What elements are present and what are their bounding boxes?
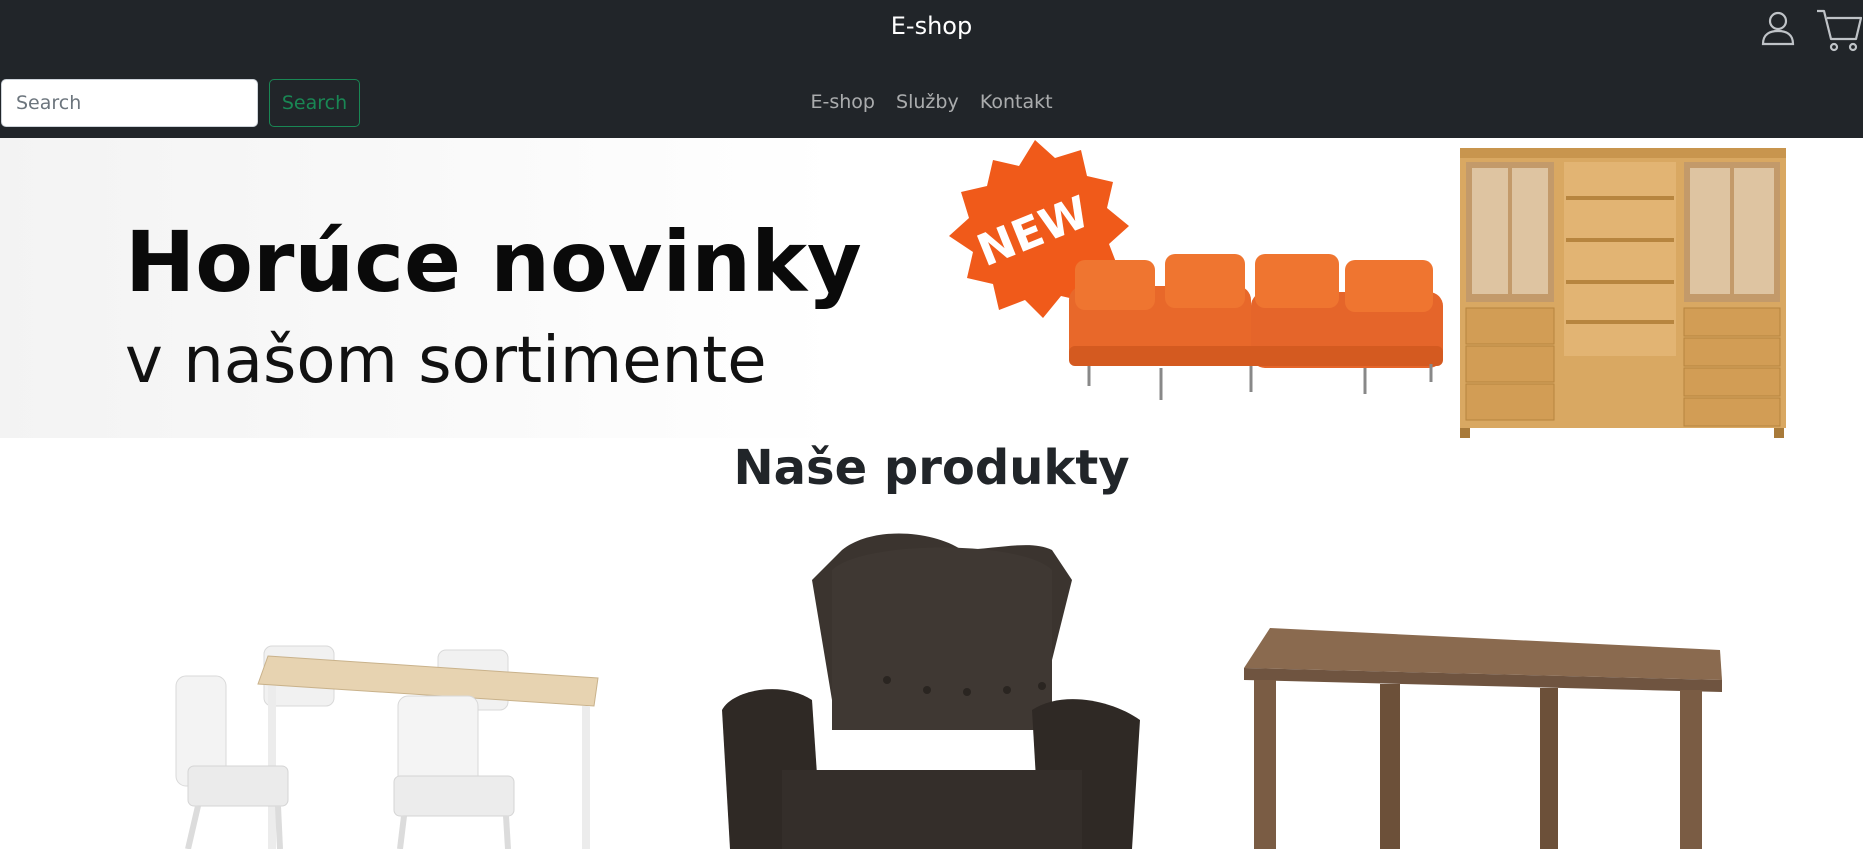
main-nav: E-shop Služby Kontakt — [0, 91, 1863, 113]
brand-title[interactable]: E-shop — [0, 12, 1863, 40]
cabinet-image — [1460, 148, 1786, 438]
products-heading: Naše produkty — [733, 440, 1130, 496]
nav-item-sluzby[interactable]: Služby — [896, 91, 959, 113]
promo-banner[interactable]: Horúce novinky v našom sortimente NEW — [0, 138, 1863, 438]
banner-title: Horúce novinky — [125, 213, 862, 311]
nav-item-eshop[interactable]: E-shop — [810, 91, 875, 113]
banner-subtitle: v našom sortimente — [125, 324, 767, 398]
product-image-dining-set[interactable] — [168, 636, 608, 849]
sofa-image — [1069, 254, 1443, 400]
product-image-armchair[interactable] — [722, 530, 1140, 849]
product-image-wooden-table[interactable] — [1240, 626, 1726, 849]
top-navbar: E-shop Search E-shop Služby Kontakt — [0, 0, 1863, 138]
user-icon[interactable] — [1760, 10, 1796, 46]
cart-icon[interactable] — [1816, 8, 1862, 52]
nav-item-kontakt[interactable]: Kontakt — [980, 91, 1053, 113]
